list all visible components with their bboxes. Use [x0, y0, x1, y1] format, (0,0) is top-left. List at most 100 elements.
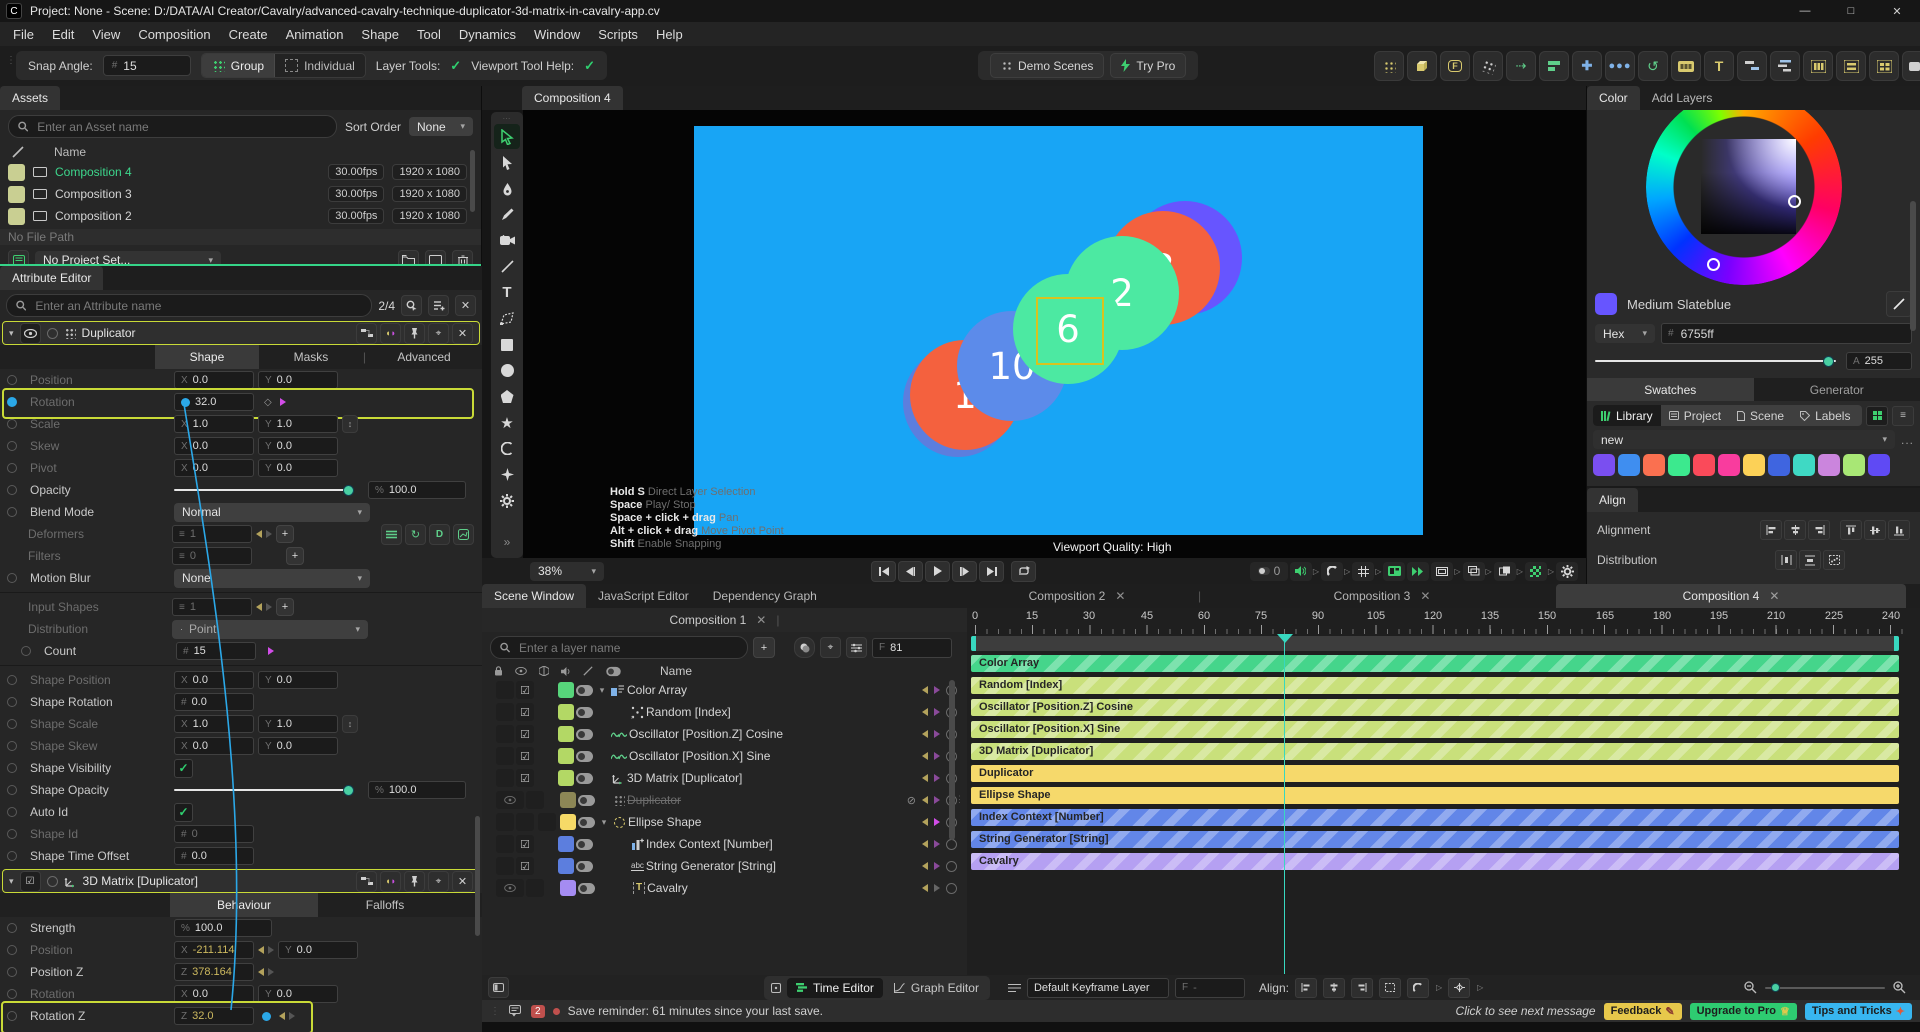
close-tab-icon[interactable]: ✕: [1420, 589, 1430, 603]
keyframe-diamond-icon[interactable]: ◇: [264, 397, 272, 408]
deformer-graph-icon[interactable]: [453, 523, 474, 545]
layer-row-oscillator-z[interactable]: ☑ Oscillator [Position.Z] Cosine: [496, 723, 967, 745]
tab-javascript-editor[interactable]: JavaScript Editor: [586, 584, 701, 608]
menu-file[interactable]: File: [4, 24, 43, 45]
swatch-source-library[interactable]: Library: [1593, 405, 1661, 426]
layer-tools-checkbox[interactable]: ✓: [450, 58, 461, 74]
distribution-dropdown[interactable]: · Point ▾: [172, 619, 368, 639]
layer-row-duplicator[interactable]: Duplicator ⊘: [496, 789, 967, 811]
tab-add-layers[interactable]: Add Layers: [1640, 86, 1725, 110]
collapse-chevron-icon[interactable]: ▾: [9, 328, 14, 339]
direct-select-tool[interactable]: [494, 150, 520, 175]
asset-color-swatch[interactable]: [8, 185, 25, 203]
tab-shape[interactable]: Shape: [154, 345, 259, 369]
close-tab-icon[interactable]: ✕: [1115, 589, 1125, 603]
viewport-zoom-dropdown[interactable]: 38% ▾: [530, 561, 604, 581]
swatch-list-view-icon[interactable]: ≡: [1892, 405, 1914, 426]
expression-triangle-icon[interactable]: [268, 647, 274, 655]
swatch[interactable]: [1693, 454, 1715, 476]
keyframe-radio[interactable]: [7, 697, 17, 707]
matrix-rotation-y-field[interactable]: Y 0.0: [258, 985, 338, 1003]
align-keys-left-button[interactable]: [1294, 977, 1317, 998]
solo-ring-icon[interactable]: [46, 875, 58, 887]
snap-angle-field[interactable]: # 15: [102, 55, 191, 76]
asset-row-composition-4[interactable]: Composition 4 30.00fps 1920 x 1080: [0, 161, 481, 183]
ellipsis-dots-icon[interactable]: ●●●: [1605, 51, 1635, 81]
enabled-check-icon[interactable]: ☑: [516, 769, 534, 787]
group-mode-button[interactable]: Group: [201, 54, 276, 77]
menu-view[interactable]: View: [83, 24, 129, 45]
keyframe-radio[interactable]: [7, 463, 17, 473]
assets-scrollbar[interactable]: [470, 150, 475, 212]
menu-help[interactable]: Help: [647, 24, 692, 45]
tab-dependency-graph[interactable]: Dependency Graph: [701, 584, 829, 608]
close-button[interactable]: ✕: [1874, 0, 1920, 22]
expand-chevron-icon[interactable]: ▾: [595, 685, 609, 696]
layer-color-swatch[interactable]: [558, 704, 574, 720]
keyframe-radio[interactable]: [7, 967, 17, 977]
keyframe-radio[interactable]: [7, 807, 17, 817]
pick-attribute-icon[interactable]: [401, 295, 422, 316]
scale-y-field[interactable]: Y 1.0: [258, 415, 338, 433]
swatch-grid-view-icon[interactable]: [1866, 405, 1888, 426]
menu-dynamics[interactable]: Dynamics: [450, 24, 525, 45]
layer-color-swatch[interactable]: [558, 748, 574, 764]
cube-icon[interactable]: [1407, 51, 1437, 81]
tab-composition-1[interactable]: Composition 1: [670, 613, 747, 627]
guides-panel-icon[interactable]: [1383, 561, 1406, 581]
dope-sheet-icon[interactable]: [766, 978, 785, 997]
keyframe-dot-icon[interactable]: [262, 1011, 271, 1021]
layer-color-swatch[interactable]: [558, 836, 574, 852]
next-message-link[interactable]: Click to see next message: [1456, 1004, 1596, 1018]
enabled-check-icon[interactable]: ☑: [19, 870, 41, 892]
keyframe-radio[interactable]: [7, 441, 17, 451]
timeline-bars-icon[interactable]: [1737, 51, 1767, 81]
align-top-button[interactable]: [1840, 520, 1862, 540]
shape-visibility-checkbox[interactable]: ✓: [174, 758, 193, 778]
asset-row-composition-3[interactable]: Composition 3 30.00fps 1920 x 1080: [0, 183, 481, 205]
dashed-arrow-icon[interactable]: ⇢: [1506, 51, 1536, 81]
timeline-bar-oscillator-z[interactable]: Oscillator [Position.Z] Cosine: [971, 699, 1899, 716]
next-arrow-icon[interactable]: [266, 603, 272, 611]
layer-row-oscillator-x[interactable]: ☑ Oscillator [Position.X] Sine: [496, 745, 967, 767]
graph-connections-icon[interactable]: [356, 322, 377, 344]
asset-color-swatch[interactable]: [8, 163, 25, 181]
add-list-icon[interactable]: [428, 295, 449, 316]
swatch[interactable]: [1768, 454, 1790, 476]
color-panel-scrollbar[interactable]: [1910, 201, 1916, 331]
distribute-spacing-button[interactable]: [1823, 550, 1846, 570]
transparency-checker-icon[interactable]: [1524, 561, 1547, 581]
transform-tool[interactable]: [494, 306, 520, 331]
shape-scale-x-field[interactable]: X 1.0: [174, 715, 254, 733]
demo-scenes-button[interactable]: Demo Scenes: [990, 53, 1105, 78]
keyframe-radio[interactable]: [7, 763, 17, 773]
shape-time-offset-field[interactable]: #0.0: [174, 847, 254, 865]
menu-scripts[interactable]: Scripts: [589, 24, 647, 45]
eyedropper-button[interactable]: [1886, 291, 1912, 317]
align-center-v-button[interactable]: [1864, 520, 1886, 540]
shape-id-field[interactable]: #0: [174, 825, 254, 843]
eye-icon[interactable]: [504, 796, 516, 804]
swatch[interactable]: [1593, 454, 1615, 476]
tab-masks[interactable]: Masks: [259, 345, 363, 369]
keyframe-layer-field[interactable]: Default Keyframe Layer: [1026, 977, 1169, 998]
text-tool-icon[interactable]: T: [1704, 51, 1734, 81]
attribute-scrollbar[interactable]: [475, 816, 480, 936]
keyframe-radio[interactable]: [7, 1011, 17, 1021]
timeline-zoom-slider[interactable]: [1765, 982, 1885, 992]
clear-search-icon[interactable]: ✕: [455, 295, 476, 316]
sort-order-dropdown[interactable]: None ▾: [409, 117, 473, 136]
position-z-field[interactable]: Z 378.164: [174, 963, 254, 981]
shape-position-x-field[interactable]: X 0.0: [174, 671, 254, 689]
arc-tool[interactable]: [494, 436, 520, 461]
next-arrow-icon[interactable]: [289, 1012, 295, 1020]
align-right-button[interactable]: [1808, 520, 1830, 540]
step-back-button[interactable]: [898, 560, 923, 582]
text-tool[interactable]: T: [494, 280, 520, 305]
message-count-badge[interactable]: 2: [531, 1004, 545, 1018]
keyframe-radio[interactable]: [7, 741, 17, 751]
shape-position-y-field[interactable]: Y 0.0: [258, 671, 338, 689]
asset-color-swatch[interactable]: [8, 207, 25, 225]
menu-shape[interactable]: Shape: [352, 24, 408, 45]
audio-mute-badge[interactable]: 0: [1249, 561, 1288, 581]
